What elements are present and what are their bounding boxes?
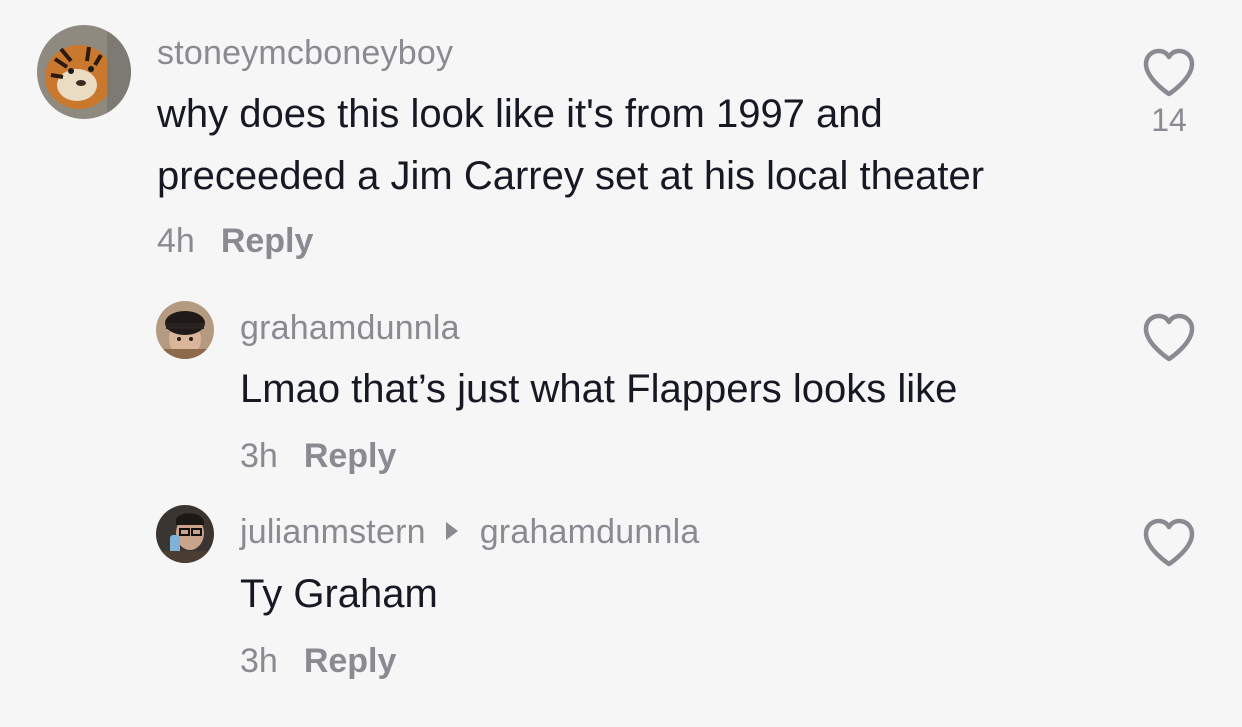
reply-author[interactable]: julianmstern [240, 513, 426, 551]
avatar[interactable] [37, 25, 131, 119]
comment-username: julianmstern grahamdunnla [240, 513, 699, 552]
reply-button[interactable]: Reply [304, 437, 397, 475]
tiger-avatar-icon [37, 25, 131, 119]
comment-time: 3h [240, 437, 278, 475]
like-button[interactable] [1141, 313, 1197, 363]
reply-arrow-icon [445, 522, 458, 541]
comment-meta: 4h Reply [157, 222, 313, 261]
heart-outline-icon [1143, 48, 1195, 97]
comment-text: why does this look like it's from 1997 a… [157, 83, 984, 207]
comment-username[interactable]: grahamdunnla [240, 309, 460, 348]
comment-text-line: preceeded a Jim Carrey set at his local … [157, 154, 985, 198]
comment-meta: 3h Reply [240, 437, 396, 476]
like-button[interactable]: 14 [1141, 48, 1197, 139]
comment-text-line: why does this look like it's from 1997 a… [157, 92, 883, 136]
person-hat-avatar-icon [156, 301, 214, 359]
comment-meta: 3h Reply [240, 642, 396, 681]
comment-text: Lmao that’s just what Flappers looks lik… [240, 367, 958, 411]
reply-button[interactable]: Reply [221, 222, 314, 260]
comment-time: 3h [240, 642, 278, 680]
heart-outline-icon [1143, 518, 1195, 567]
heart-outline-icon [1143, 313, 1195, 362]
like-button[interactable] [1141, 518, 1197, 568]
person-glasses-avatar-icon [156, 505, 214, 563]
comment-time: 4h [157, 222, 195, 260]
reply-button[interactable]: Reply [304, 642, 397, 680]
comment-text: Ty Graham [240, 572, 438, 616]
reply-to-user[interactable]: grahamdunnla [480, 513, 700, 551]
avatar[interactable] [156, 301, 214, 359]
like-count: 14 [1151, 102, 1187, 138]
avatar[interactable] [156, 505, 214, 563]
comment-username[interactable]: stoneymcboneyboy [157, 34, 453, 73]
